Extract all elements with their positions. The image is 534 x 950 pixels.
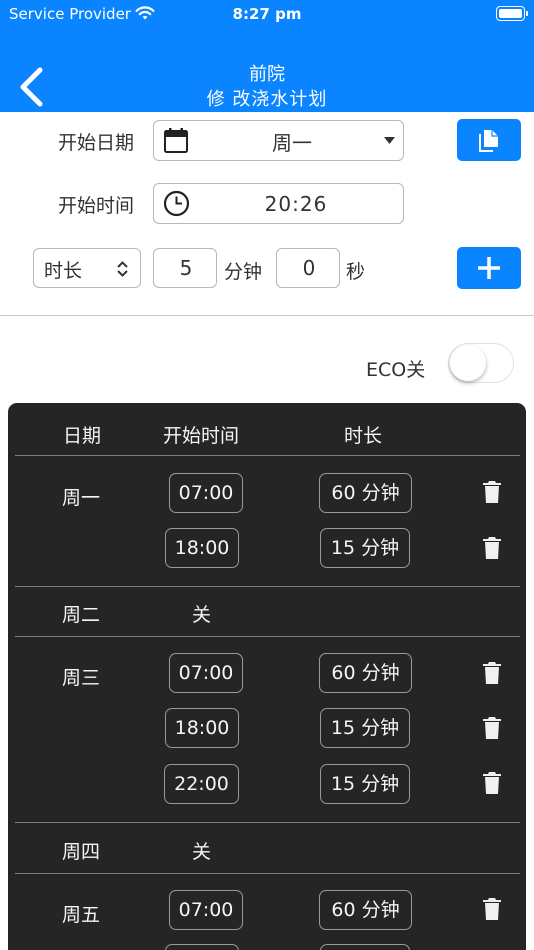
start-date-label: 开始日期	[58, 132, 135, 154]
eco-label: ECO关	[366, 359, 426, 381]
minutes-value: 5	[179, 256, 193, 280]
battery-icon	[496, 6, 528, 21]
add-button[interactable]	[457, 247, 521, 289]
start-time-label: 开始时间	[58, 195, 135, 217]
row-divider	[15, 586, 520, 587]
column-header-duration: 时长	[344, 425, 383, 447]
partial-row-pill	[165, 944, 239, 950]
row-divider	[15, 822, 520, 823]
row-divider	[15, 636, 520, 637]
section-divider	[0, 315, 534, 316]
start-time-picker[interactable]: 20:26	[153, 183, 404, 224]
eco-toggle[interactable]	[448, 343, 514, 383]
duration-pill[interactable]: 60 分钟	[319, 890, 412, 930]
page-subtitle: 修 改浇水计划	[206, 89, 328, 110]
day-label: 周二	[62, 604, 101, 626]
seconds-input[interactable]: 0	[276, 248, 340, 288]
duration-pill[interactable]: 15 分钟	[320, 764, 410, 804]
time-pill[interactable]: 18:00	[165, 528, 239, 568]
schedule-table: 日期 开始时间 时长 周一 07:00 60 分钟 18:00 15 分钟 周二…	[8, 403, 526, 950]
time-pill[interactable]: 18:00	[165, 708, 239, 748]
header-divider	[15, 455, 520, 456]
off-label: 关	[192, 841, 212, 863]
trash-icon[interactable]	[482, 716, 502, 740]
column-header-start-time: 开始时间	[163, 425, 240, 447]
day-label: 周四	[62, 841, 101, 863]
time-pill[interactable]: 22:00	[164, 764, 239, 804]
copy-button[interactable]	[457, 119, 521, 161]
time-pill[interactable]: 07:00	[169, 890, 243, 930]
trash-icon[interactable]	[482, 897, 502, 921]
seconds-unit: 秒	[346, 261, 366, 283]
day-label: 周三	[62, 667, 101, 689]
trash-icon[interactable]	[482, 771, 502, 795]
copy-icon	[479, 130, 498, 152]
column-header-day: 日期	[63, 425, 102, 447]
day-label: 周一	[62, 487, 101, 509]
trash-icon[interactable]	[482, 480, 502, 504]
time-pill[interactable]: 07:00	[169, 653, 243, 693]
minutes-unit: 分钟	[224, 261, 263, 283]
dropdown-arrow-icon	[384, 137, 395, 144]
trash-icon[interactable]	[482, 536, 502, 560]
chevron-up-down-icon	[117, 261, 128, 277]
duration-pill[interactable]: 15 分钟	[320, 528, 410, 568]
time-pill[interactable]: 07:00	[169, 473, 243, 513]
duration-select-label: 时长	[44, 260, 83, 282]
minutes-input[interactable]: 5	[153, 248, 217, 288]
row-divider	[15, 873, 520, 874]
status-bar: Service Provider 8:27 pm	[0, 0, 534, 30]
navigation-header: Service Provider 8:27 pm 前院 修 改浇水计划	[0, 0, 534, 112]
duration-pill[interactable]: 60 分钟	[319, 473, 412, 513]
start-time-value: 20:26	[264, 192, 328, 216]
trash-icon[interactable]	[482, 661, 502, 685]
duration-pill[interactable]: 15 分钟	[320, 708, 410, 748]
clock: 8:27 pm	[232, 5, 302, 23]
eco-toggle-knob	[450, 345, 486, 381]
partial-row-pill	[320, 944, 410, 950]
off-label: 关	[192, 604, 212, 626]
duration-select[interactable]: 时长	[33, 248, 141, 288]
plus-icon	[478, 257, 500, 279]
seconds-value: 0	[302, 256, 316, 280]
page-title: 前院	[249, 64, 285, 85]
start-date-picker[interactable]: 周一	[153, 120, 404, 161]
duration-pill[interactable]: 60 分钟	[319, 653, 412, 693]
day-label: 周五	[62, 904, 101, 926]
